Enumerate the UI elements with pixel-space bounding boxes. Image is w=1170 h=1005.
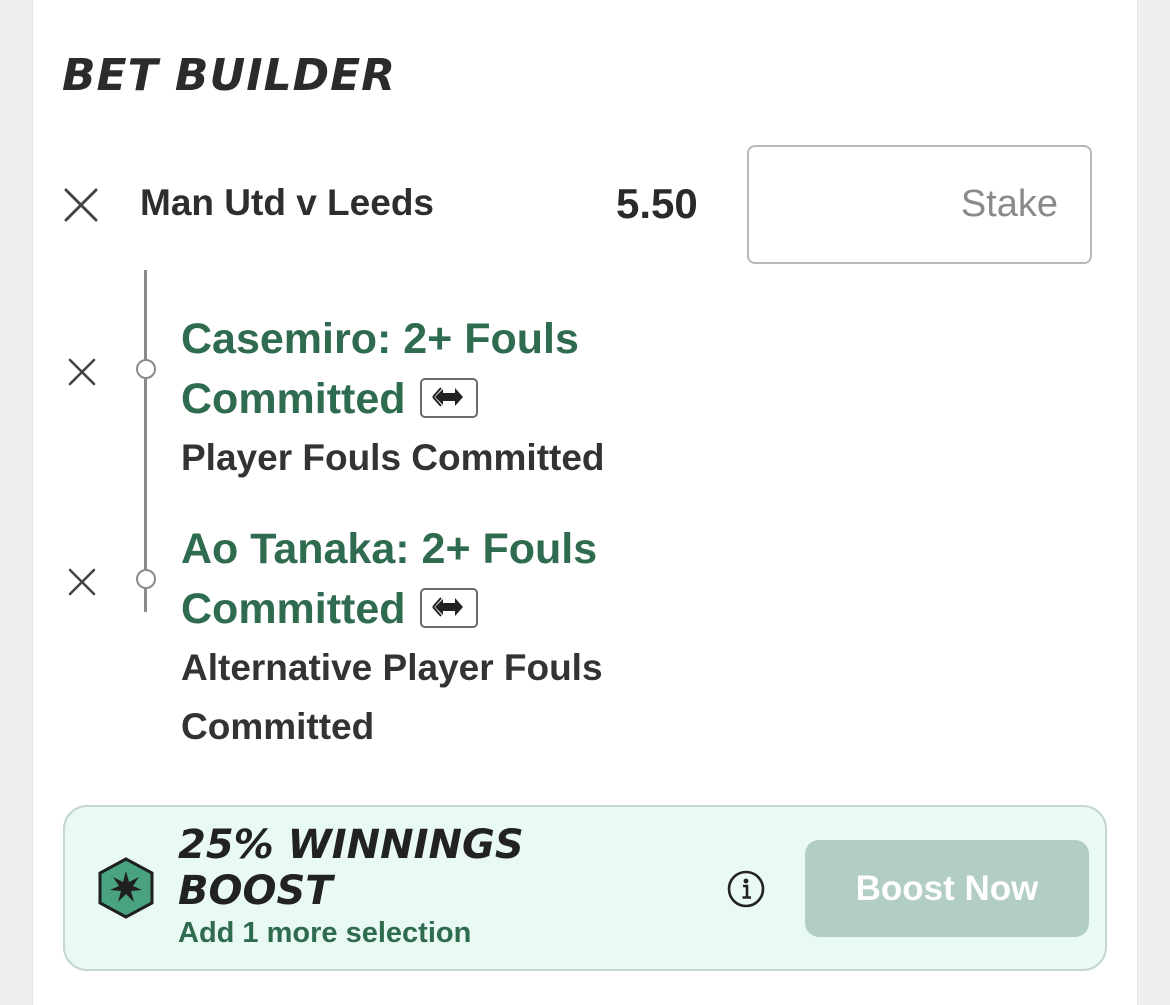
event-odds: 5.50	[616, 180, 698, 227]
selection-title: Casemiro: 2+ Fouls Committed	[181, 309, 661, 429]
selection-title: Ao Tanaka: 2+ Fouls Committed	[181, 519, 661, 639]
boost-subtitle: Add 1 more selection	[178, 917, 472, 949]
swap-icon[interactable]	[419, 587, 478, 628]
swap-icon[interactable]	[419, 377, 478, 418]
selection-timeline	[144, 270, 147, 612]
stake-input[interactable]	[747, 145, 1092, 264]
info-icon[interactable]	[726, 869, 766, 914]
selection-title-text: Ao Tanaka: 2+ Fouls Committed	[181, 525, 598, 633]
remove-selection-close-icon[interactable]	[67, 567, 97, 597]
selection-market: Player Fouls Committed	[181, 437, 605, 478]
remove-event-close-icon[interactable]	[63, 187, 99, 223]
remove-selection-close-icon[interactable]	[67, 357, 97, 387]
page-title: BET BUILDER	[62, 50, 397, 101]
timeline-node	[135, 569, 156, 589]
boost-title: 25% WINNINGS BOOST	[178, 822, 524, 914]
timeline-node	[135, 359, 156, 379]
event-name: Man Utd v Leeds	[140, 182, 434, 223]
boost-now-button[interactable]: Boost Now	[805, 840, 1089, 937]
selection-title-text: Casemiro: 2+ Fouls Committed	[181, 315, 579, 423]
boost-hexagon-icon	[96, 857, 156, 924]
selection-market: Alternative Player Fouls Committed	[181, 647, 603, 747]
